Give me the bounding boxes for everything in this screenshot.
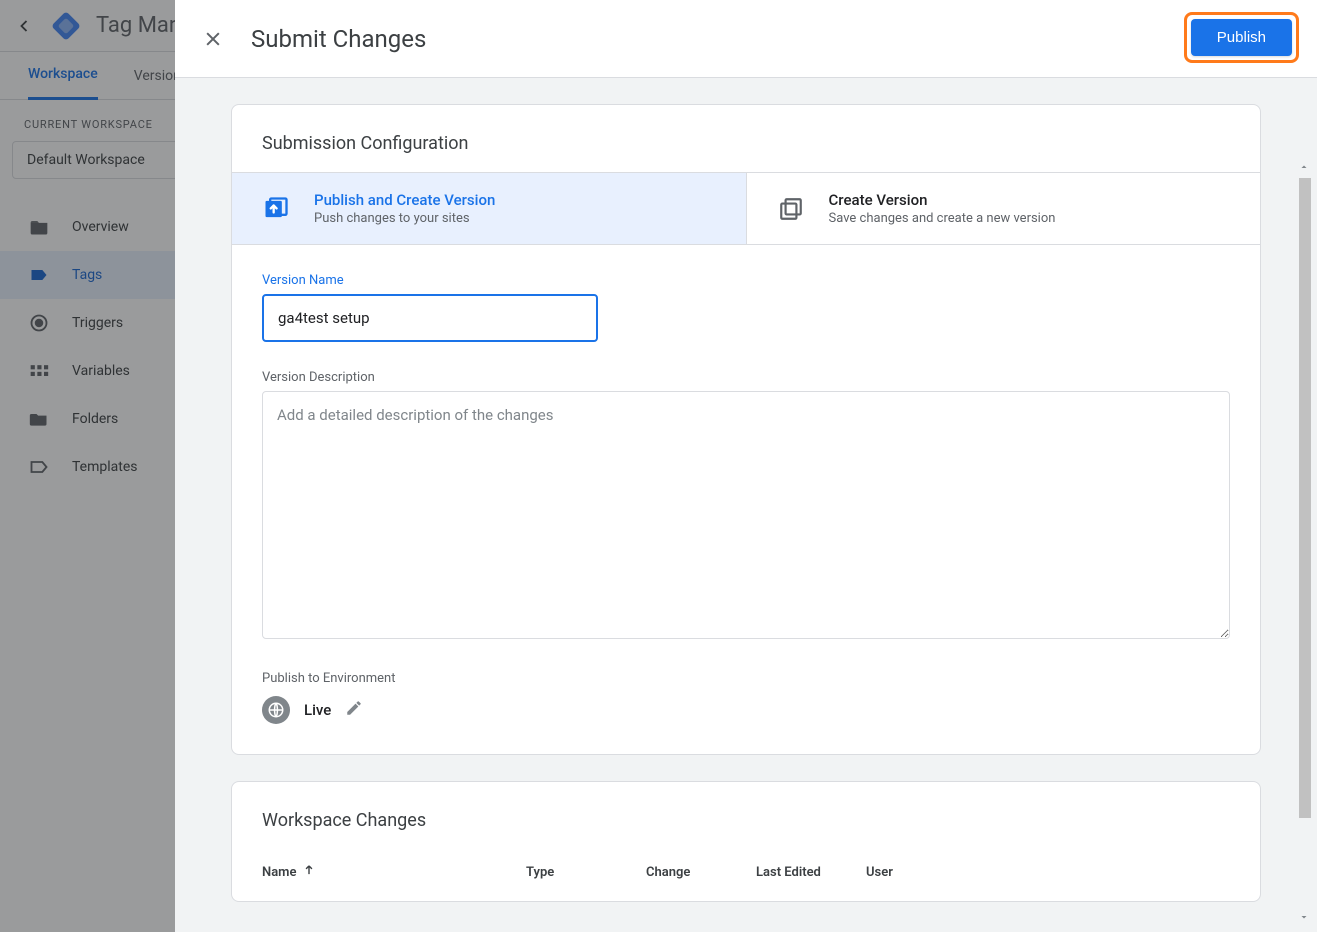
choice-title: Publish and Create Version: [314, 191, 495, 209]
col-name-header[interactable]: Name: [262, 863, 526, 881]
choice-subtitle: Push changes to your sites: [314, 211, 495, 226]
scrollbar-thumb[interactable]: [1299, 178, 1311, 818]
environment-name: Live: [304, 701, 331, 719]
modal-body: Submission Configuration Publish and Cre…: [175, 78, 1317, 932]
version-description-label: Version Description: [262, 370, 1230, 385]
create-version-icon: [775, 193, 807, 225]
version-name-label: Version Name: [262, 273, 1230, 288]
scroll-up-arrow-icon[interactable]: [1295, 158, 1313, 176]
version-description-input[interactable]: [262, 391, 1230, 639]
version-name-input[interactable]: [262, 294, 598, 342]
col-last-edited-header[interactable]: Last Edited: [756, 865, 866, 880]
globe-icon: [262, 696, 290, 724]
col-user-header[interactable]: User: [866, 865, 1230, 880]
scrollbar-track[interactable]: [1299, 178, 1311, 906]
publish-highlight: Publish: [1184, 12, 1299, 63]
publish-upload-icon: [260, 193, 292, 225]
edit-environment-icon[interactable]: [345, 699, 363, 721]
changes-table-header: Name Type Change Last Edited User: [262, 863, 1230, 881]
sort-arrow-up-icon: [302, 863, 316, 881]
choice-title: Create Version: [829, 191, 1056, 209]
col-type-header[interactable]: Type: [526, 865, 646, 880]
choice-subtitle: Save changes and create a new version: [829, 211, 1056, 226]
choice-create-version[interactable]: Create Version Save changes and create a…: [747, 173, 1261, 244]
submission-config-card: Submission Configuration Publish and Cre…: [231, 104, 1261, 755]
scroll-down-arrow-icon[interactable]: [1295, 908, 1313, 926]
col-change-header[interactable]: Change: [646, 865, 756, 880]
modal-title: Submit Changes: [251, 25, 426, 53]
workspace-changes-card: Workspace Changes Name Type Change Last …: [231, 781, 1261, 902]
environment-row: Live: [262, 696, 1230, 724]
publish-environment-label: Publish to Environment: [262, 671, 1230, 686]
workspace-changes-title: Workspace Changes: [262, 810, 1230, 831]
choice-publish-create-version[interactable]: Publish and Create Version Push changes …: [232, 173, 746, 244]
publish-mode-choices: Publish and Create Version Push changes …: [232, 172, 1260, 245]
submit-changes-modal: Submit Changes Publish Submission Config…: [175, 0, 1317, 932]
modal-header: Submit Changes Publish: [175, 0, 1317, 78]
close-icon[interactable]: [199, 25, 227, 53]
publish-button[interactable]: Publish: [1191, 19, 1292, 56]
submission-config-title: Submission Configuration: [262, 133, 1230, 154]
